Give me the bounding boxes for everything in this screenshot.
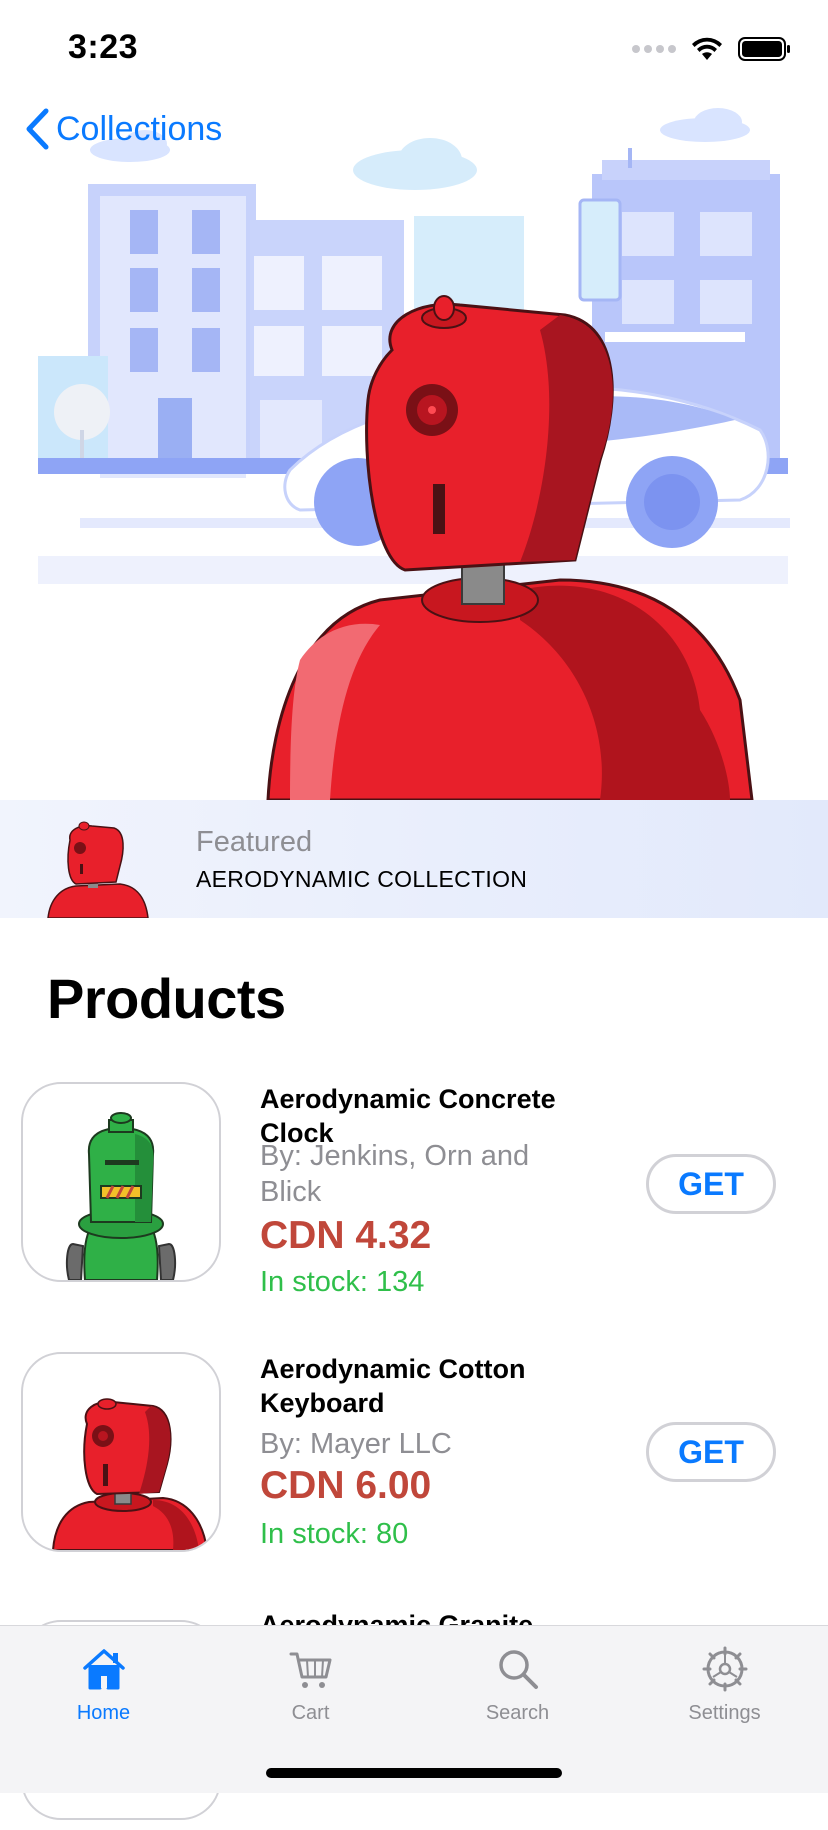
house-icon (82, 1649, 125, 1690)
magnifier-icon (498, 1650, 538, 1689)
product-row[interactable]: Aerodynamic Cotton Keyboard By: Mayer LL… (0, 1352, 828, 1562)
product-price: CDN 6.00 (260, 1464, 432, 1507)
tab-settings[interactable]: Settings (621, 1626, 828, 1736)
product-vendor: By: Jenkins, Orn and Blick (260, 1140, 530, 1208)
product-name: Aerodynamic Cotton Keyboard (260, 1354, 526, 1418)
wifi-icon (692, 37, 722, 60)
product-price: CDN 4.32 (260, 1214, 432, 1257)
status-bar: 3:23 (0, 0, 828, 100)
product-vendor: By: Mayer LLC (260, 1428, 452, 1460)
tab-search-label: Search (485, 1702, 550, 1724)
get-button[interactable]: GET (646, 1422, 776, 1482)
product-thumbnail (21, 1352, 221, 1552)
home-indicator (266, 1768, 562, 1778)
product-stock: In stock: 80 (260, 1518, 409, 1550)
products-heading: Products (47, 967, 286, 1030)
featured-collection-title: AERODYNAMIC COLLECTION (196, 866, 528, 892)
tab-home-label: Home (76, 1702, 131, 1724)
hero-illustration (0, 100, 828, 800)
product-row[interactable]: Aerodynamic Concrete Clock By: Jenkins, … (0, 1082, 828, 1298)
featured-label: Featured (196, 826, 313, 858)
chevron-left-icon (26, 108, 49, 150)
tab-cart-label: Cart (291, 1702, 330, 1724)
cart-icon (289, 1652, 331, 1688)
featured-collection-banner[interactable]: Featured AERODYNAMIC COLLECTION (0, 800, 828, 918)
cellular-signal-icon (632, 45, 676, 53)
product-thumbnail (21, 1082, 221, 1282)
get-button[interactable]: GET (646, 1154, 776, 1214)
tab-cart[interactable]: Cart (207, 1626, 414, 1736)
product-stock: In stock: 134 (260, 1266, 425, 1298)
back-button[interactable]: Collections (24, 108, 222, 150)
status-time: 3:23 (68, 28, 139, 66)
gear-icon (702, 1646, 747, 1692)
tab-settings-label: Settings (688, 1702, 761, 1724)
battery-icon (738, 37, 790, 61)
tab-home[interactable]: Home (0, 1626, 207, 1736)
tab-search[interactable]: Search (414, 1626, 621, 1736)
featured-robot-thumbnail (40, 800, 152, 918)
status-icons (632, 36, 792, 62)
back-button-label: Collections (56, 109, 223, 148)
